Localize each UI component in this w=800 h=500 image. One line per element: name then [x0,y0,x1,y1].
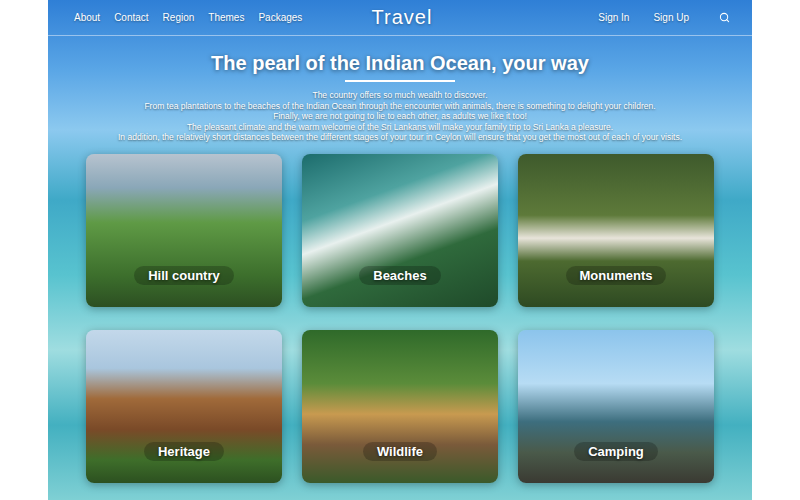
nav-link[interactable]: Packages [258,12,302,23]
theme-card[interactable]: Beaches [302,154,498,307]
nav-link[interactable]: About [74,12,100,23]
nav-link[interactable]: Themes [208,12,244,23]
hero-panel: AboutContactRegionThemesPackagesTravelSi… [48,0,752,500]
intro-line: Finally, we are not going to lie to each… [273,111,527,122]
theme-card[interactable]: Wildlife [302,330,498,483]
logo[interactable]: Travel [372,6,433,29]
page: AboutContactRegionThemesPackagesTravelSi… [0,0,800,500]
card-label: Monuments [566,266,667,285]
title-underline [345,80,455,82]
theme-card[interactable]: Camping [518,330,714,483]
intro-text: The country offers so much wealth to dis… [118,90,682,143]
theme-card[interactable]: Monuments [518,154,714,307]
card-label: Beaches [359,266,440,285]
intro-line: The pleasant climate and the warm welcom… [187,122,613,133]
theme-grid: Hill country Beaches Monuments Heritage Wild… [86,154,714,483]
card-label: Wildlife [363,442,437,461]
theme-card[interactable]: Hill country [86,154,282,307]
nav-link[interactable]: Contact [114,12,148,23]
intro-line: The country offers so much wealth to dis… [312,90,487,101]
auth-link[interactable]: Sign In [598,12,629,23]
card-label: Camping [574,442,658,461]
hero-title: The pearl of the Indian Ocean, your way [211,52,589,75]
intro-line: In addition, the relatively short distan… [118,132,682,143]
auth-link[interactable]: Sign Up [653,12,689,23]
search-icon [719,12,730,23]
nav-left: About Contact Region Themes Packages [74,12,372,23]
card-label: Heritage [144,442,224,461]
intro-line: From tea plantations to the beaches of t… [144,101,655,112]
search-button[interactable] [719,12,730,23]
card-label: Hill country [134,266,234,285]
nav-link[interactable]: Region [163,12,195,23]
nav-bar: AboutContactRegionThemesPackagesTravelSi… [48,0,752,36]
nav-right: Sign In Sign Up [432,12,730,23]
theme-card[interactable]: Heritage [86,330,282,483]
